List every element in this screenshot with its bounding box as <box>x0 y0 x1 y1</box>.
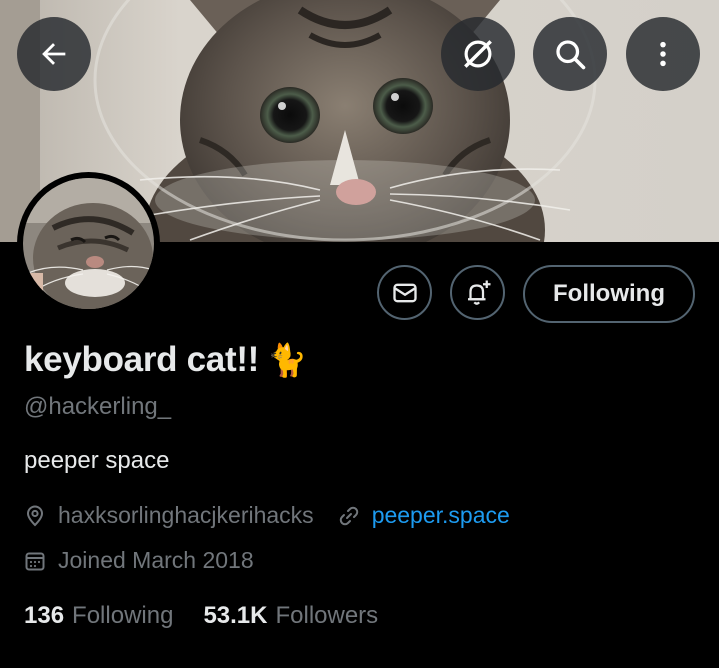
website-link[interactable]: peeper.space <box>372 502 510 529</box>
display-name-text: keyboard cat!! <box>24 340 260 379</box>
more-button[interactable] <box>626 17 700 91</box>
profile-meta-row: haxksorlinghacjkerihacks peeper.space <box>22 502 510 529</box>
profile-stats: 136 Following 53.1K Followers <box>24 602 378 630</box>
followers-stat[interactable]: 53.1K Followers <box>203 602 378 630</box>
joined-row: Joined March 2018 <box>22 547 254 574</box>
following-button[interactable]: Following <box>523 265 695 323</box>
following-label: Following <box>72 602 174 629</box>
grok-button[interactable] <box>441 17 515 91</box>
display-name: keyboard cat!! 🐈 <box>24 340 307 380</box>
back-arrow-icon <box>42 43 66 65</box>
search-icon <box>556 40 586 70</box>
bell-plus-icon <box>467 280 490 305</box>
following-count: 136 <box>24 602 65 629</box>
avatar-cat-image <box>23 178 154 309</box>
cat-emoji-icon: 🐈 <box>267 342 307 378</box>
followers-label: Followers <box>275 602 379 629</box>
location-text: haxksorlinghacjkerihacks <box>58 502 314 528</box>
following-stat[interactable]: 136 Following <box>24 602 173 630</box>
back-button[interactable] <box>17 17 91 91</box>
message-button[interactable] <box>377 265 432 320</box>
location-pin-icon <box>22 503 48 529</box>
followers-count: 53.1K <box>203 602 268 629</box>
more-vertical-icon <box>660 41 666 67</box>
link-icon <box>336 503 362 529</box>
notifications-button[interactable] <box>450 265 505 320</box>
grok-icon <box>464 40 492 68</box>
avatar[interactable] <box>17 172 160 315</box>
envelope-icon <box>392 283 417 302</box>
joined-text: Joined March 2018 <box>58 547 254 573</box>
search-button[interactable] <box>533 17 607 91</box>
bio: peeper space <box>24 447 170 474</box>
calendar-icon <box>22 548 48 574</box>
handle: @hackerling_ <box>24 393 172 420</box>
